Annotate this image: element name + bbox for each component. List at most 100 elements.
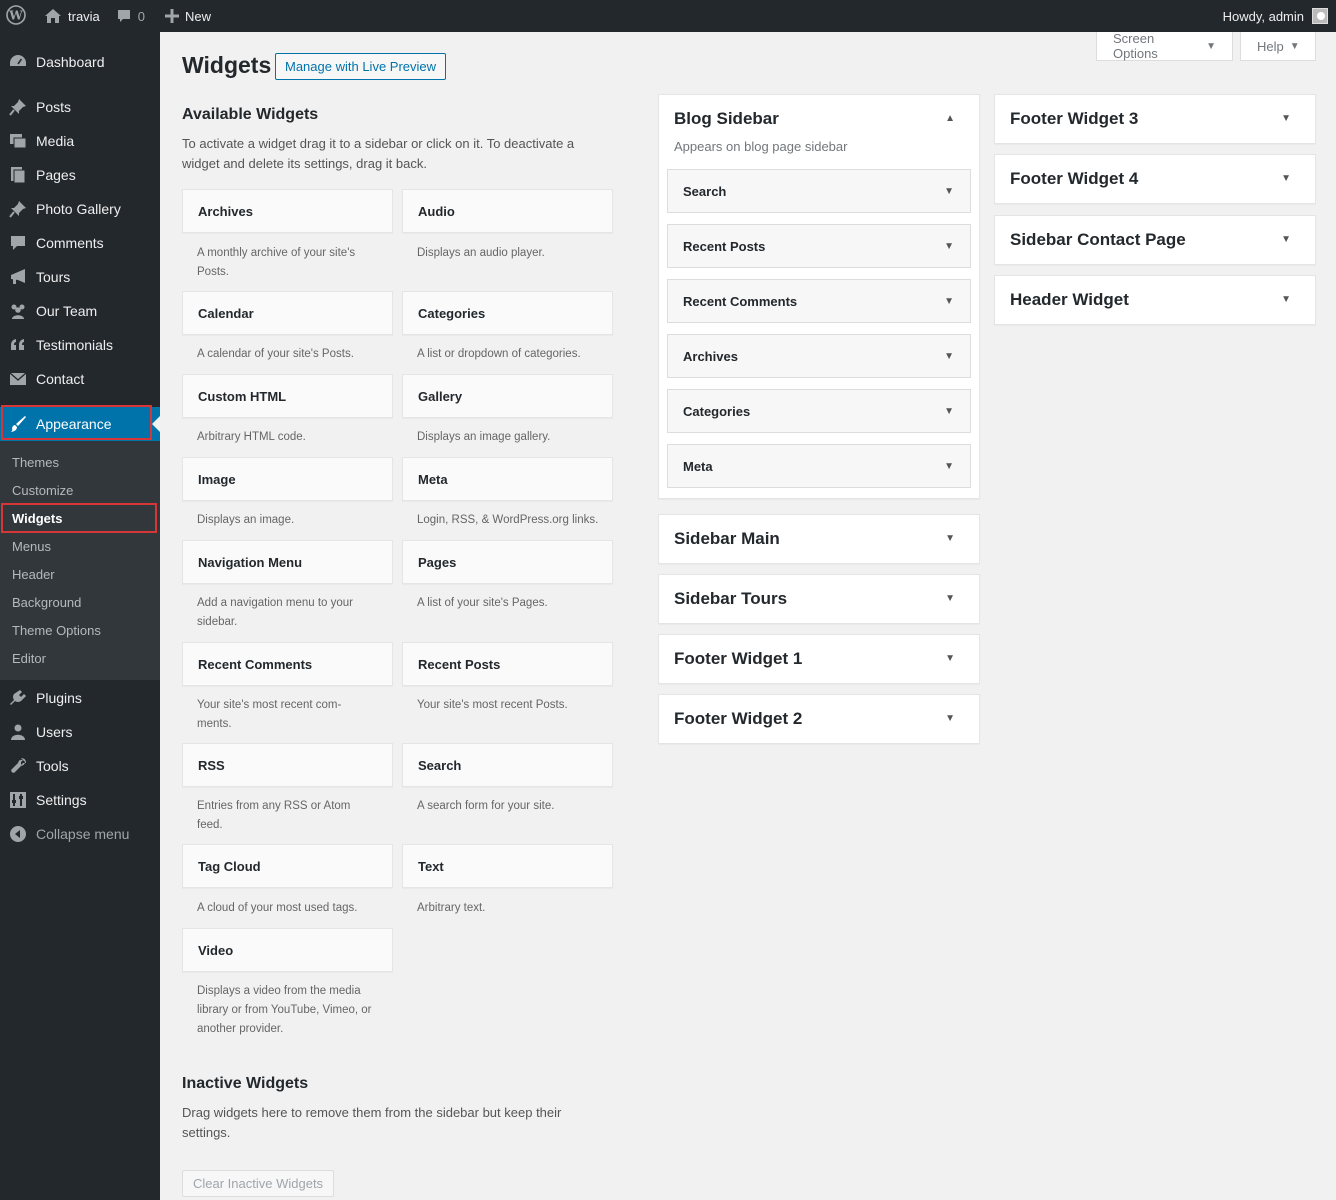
menu-users[interactable]: Users [0, 715, 160, 749]
menu-appearance[interactable]: Appearance [0, 407, 160, 441]
sidebar-widget-meta[interactable]: Meta ▼ [667, 444, 971, 488]
submenu-themes[interactable]: Themes [0, 448, 160, 476]
menu-label: Settings [36, 792, 87, 808]
manage-live-preview-button[interactable]: Manage with Live Preview [275, 53, 447, 80]
caret-down-icon[interactable]: ▼ [944, 241, 954, 252]
widget-video[interactable]: Video [182, 928, 393, 972]
menu-media[interactable]: Media [0, 124, 160, 158]
sidebar-header[interactable]: Footer Widget 2 ▼ [659, 695, 979, 743]
menu-label: Collapse menu [36, 826, 130, 842]
submenu-widgets[interactable]: Widgets [0, 504, 160, 532]
caret-down-icon[interactable]: ▼ [945, 713, 955, 724]
widget-meta[interactable]: Meta [402, 457, 613, 501]
sidebar-header[interactable]: Footer Widget 3 ▼ [995, 95, 1315, 143]
help-button[interactable]: Help ▼ [1240, 32, 1316, 61]
sidebar-contact-page[interactable]: Sidebar Contact Page ▼ [994, 215, 1316, 265]
widget-archives[interactable]: Archives [182, 189, 393, 233]
caret-down-icon[interactable]: ▼ [944, 296, 954, 307]
comments-link[interactable]: 0 [108, 0, 153, 32]
submenu-menus[interactable]: Menus [0, 532, 160, 560]
widget-pages[interactable]: Pages [402, 540, 613, 584]
sidebar-footer-widget-1[interactable]: Footer Widget 1 ▼ [658, 634, 980, 684]
widget-custom-html[interactable]: Custom HTML [182, 374, 393, 418]
sidebar-footer-widget-3[interactable]: Footer Widget 3 ▼ [994, 94, 1316, 144]
sidebar-title: Footer Widget 1 [674, 649, 803, 668]
menu-testimonials[interactable]: Testimonials [0, 328, 160, 362]
caret-down-icon[interactable]: ▼ [1281, 113, 1291, 124]
menu-comments[interactable]: Comments [0, 226, 160, 260]
sidebar-header[interactable]: Footer Widget 1 ▼ [659, 635, 979, 683]
site-name-link[interactable]: travia [34, 0, 108, 32]
widget-desc: Displays an audio player. [417, 247, 545, 259]
caret-down-icon[interactable]: ▼ [944, 351, 954, 362]
widget-audio[interactable]: Audio [402, 189, 613, 233]
sidebar-footer-widget-2[interactable]: Footer Widget 2 ▼ [658, 694, 980, 744]
widget-title: Archives [683, 348, 738, 364]
sidebar-widget-categories[interactable]: Categories ▼ [667, 389, 971, 433]
svg-text:W: W [8, 8, 23, 22]
widget-recent-posts[interactable]: Recent Posts [402, 642, 613, 686]
sidebar-tours[interactable]: Sidebar Tours ▼ [658, 574, 980, 624]
sidebar-main[interactable]: Sidebar Main ▼ [658, 514, 980, 564]
caret-down-icon[interactable]: ▼ [944, 461, 954, 472]
submenu-customize[interactable]: Customize [0, 476, 160, 504]
caret-up-icon[interactable]: ▲ [945, 113, 955, 124]
widget-search[interactable]: Search [402, 743, 613, 787]
sidebar-widget-archives[interactable]: Archives ▼ [667, 334, 971, 378]
widget-text[interactable]: Text [402, 844, 613, 888]
sidebar-footer-widget-4[interactable]: Footer Widget 4 ▼ [994, 154, 1316, 204]
my-account[interactable]: Howdy, admin [1223, 0, 1328, 32]
sidebar-header[interactable]: Blog Sidebar ▲ [659, 95, 979, 143]
plugin-icon [8, 688, 28, 708]
sidebar-widget-search[interactable]: Search ▼ [667, 169, 971, 213]
caret-down-icon[interactable]: ▼ [944, 186, 954, 197]
sidebar-header-widget[interactable]: Header Widget ▼ [994, 275, 1316, 325]
sidebar-widget-recent-comments[interactable]: Recent Comments ▼ [667, 279, 971, 323]
widget-categories[interactable]: Categories [402, 291, 613, 335]
caret-down-icon[interactable]: ▼ [1281, 234, 1291, 245]
clear-inactive-widgets-button[interactable]: Clear Inactive Widgets [182, 1170, 335, 1197]
inactive-widgets-desc: Drag widgets here to remove them from th… [182, 1105, 562, 1140]
submenu-background[interactable]: Background [0, 588, 160, 616]
sidebar-header[interactable]: Sidebar Tours ▼ [659, 575, 979, 623]
submenu-theme-options[interactable]: Theme Options [0, 616, 160, 644]
sidebar-header[interactable]: Footer Widget 4 ▼ [995, 155, 1315, 203]
menu-pages[interactable]: Pages [0, 158, 160, 192]
caret-down-icon[interactable]: ▼ [944, 406, 954, 417]
menu-dashboard[interactable]: Dashboard [0, 45, 160, 79]
caret-down-icon[interactable]: ▼ [945, 593, 955, 604]
submenu-editor[interactable]: Editor [0, 644, 160, 672]
caret-down-icon[interactable]: ▼ [945, 653, 955, 664]
sidebar-header[interactable]: Sidebar Contact Page ▼ [995, 216, 1315, 264]
submenu-header[interactable]: Header [0, 560, 160, 588]
widget-image[interactable]: Image [182, 457, 393, 501]
caret-down-icon[interactable]: ▼ [945, 533, 955, 544]
menu-photo-gallery[interactable]: Photo Gallery [0, 192, 160, 226]
widget-gallery[interactable]: Gallery [402, 374, 613, 418]
sidebar-title: Sidebar Main [674, 529, 780, 548]
user-icon [8, 722, 28, 742]
menu-plugins[interactable]: Plugins [0, 681, 160, 715]
menu-tools[interactable]: Tools [0, 749, 160, 783]
paintbrush-icon [8, 414, 28, 434]
menu-contact[interactable]: Contact [0, 362, 160, 396]
collapse-menu-button[interactable]: Collapse menu [0, 817, 160, 851]
widget-calendar[interactable]: Calendar [182, 291, 393, 335]
sidebar-widget-recent-posts[interactable]: Recent Posts ▼ [667, 224, 971, 268]
caret-down-icon[interactable]: ▼ [1281, 294, 1291, 305]
caret-down-icon[interactable]: ▼ [1281, 173, 1291, 184]
screen-options-button[interactable]: Screen Options ▼ [1096, 31, 1233, 61]
menu-settings[interactable]: Settings [0, 783, 160, 817]
sidebar-header[interactable]: Sidebar Main ▼ [659, 515, 979, 563]
widget-tag-cloud[interactable]: Tag Cloud [182, 844, 393, 888]
widget-navigation-menu[interactable]: Navigation Menu [182, 540, 393, 584]
menu-our-team[interactable]: Our Team [0, 294, 160, 328]
sidebar-header[interactable]: Header Widget ▼ [995, 276, 1315, 324]
wordpress-logo-button[interactable]: W [0, 0, 34, 32]
menu-label: Users [36, 724, 73, 740]
new-content-link[interactable]: New [153, 0, 219, 32]
widget-recent-comments[interactable]: Recent Comments [182, 642, 393, 686]
menu-posts[interactable]: Posts [0, 90, 160, 124]
widget-rss[interactable]: RSS [182, 743, 393, 787]
menu-tours[interactable]: Tours [0, 260, 160, 294]
